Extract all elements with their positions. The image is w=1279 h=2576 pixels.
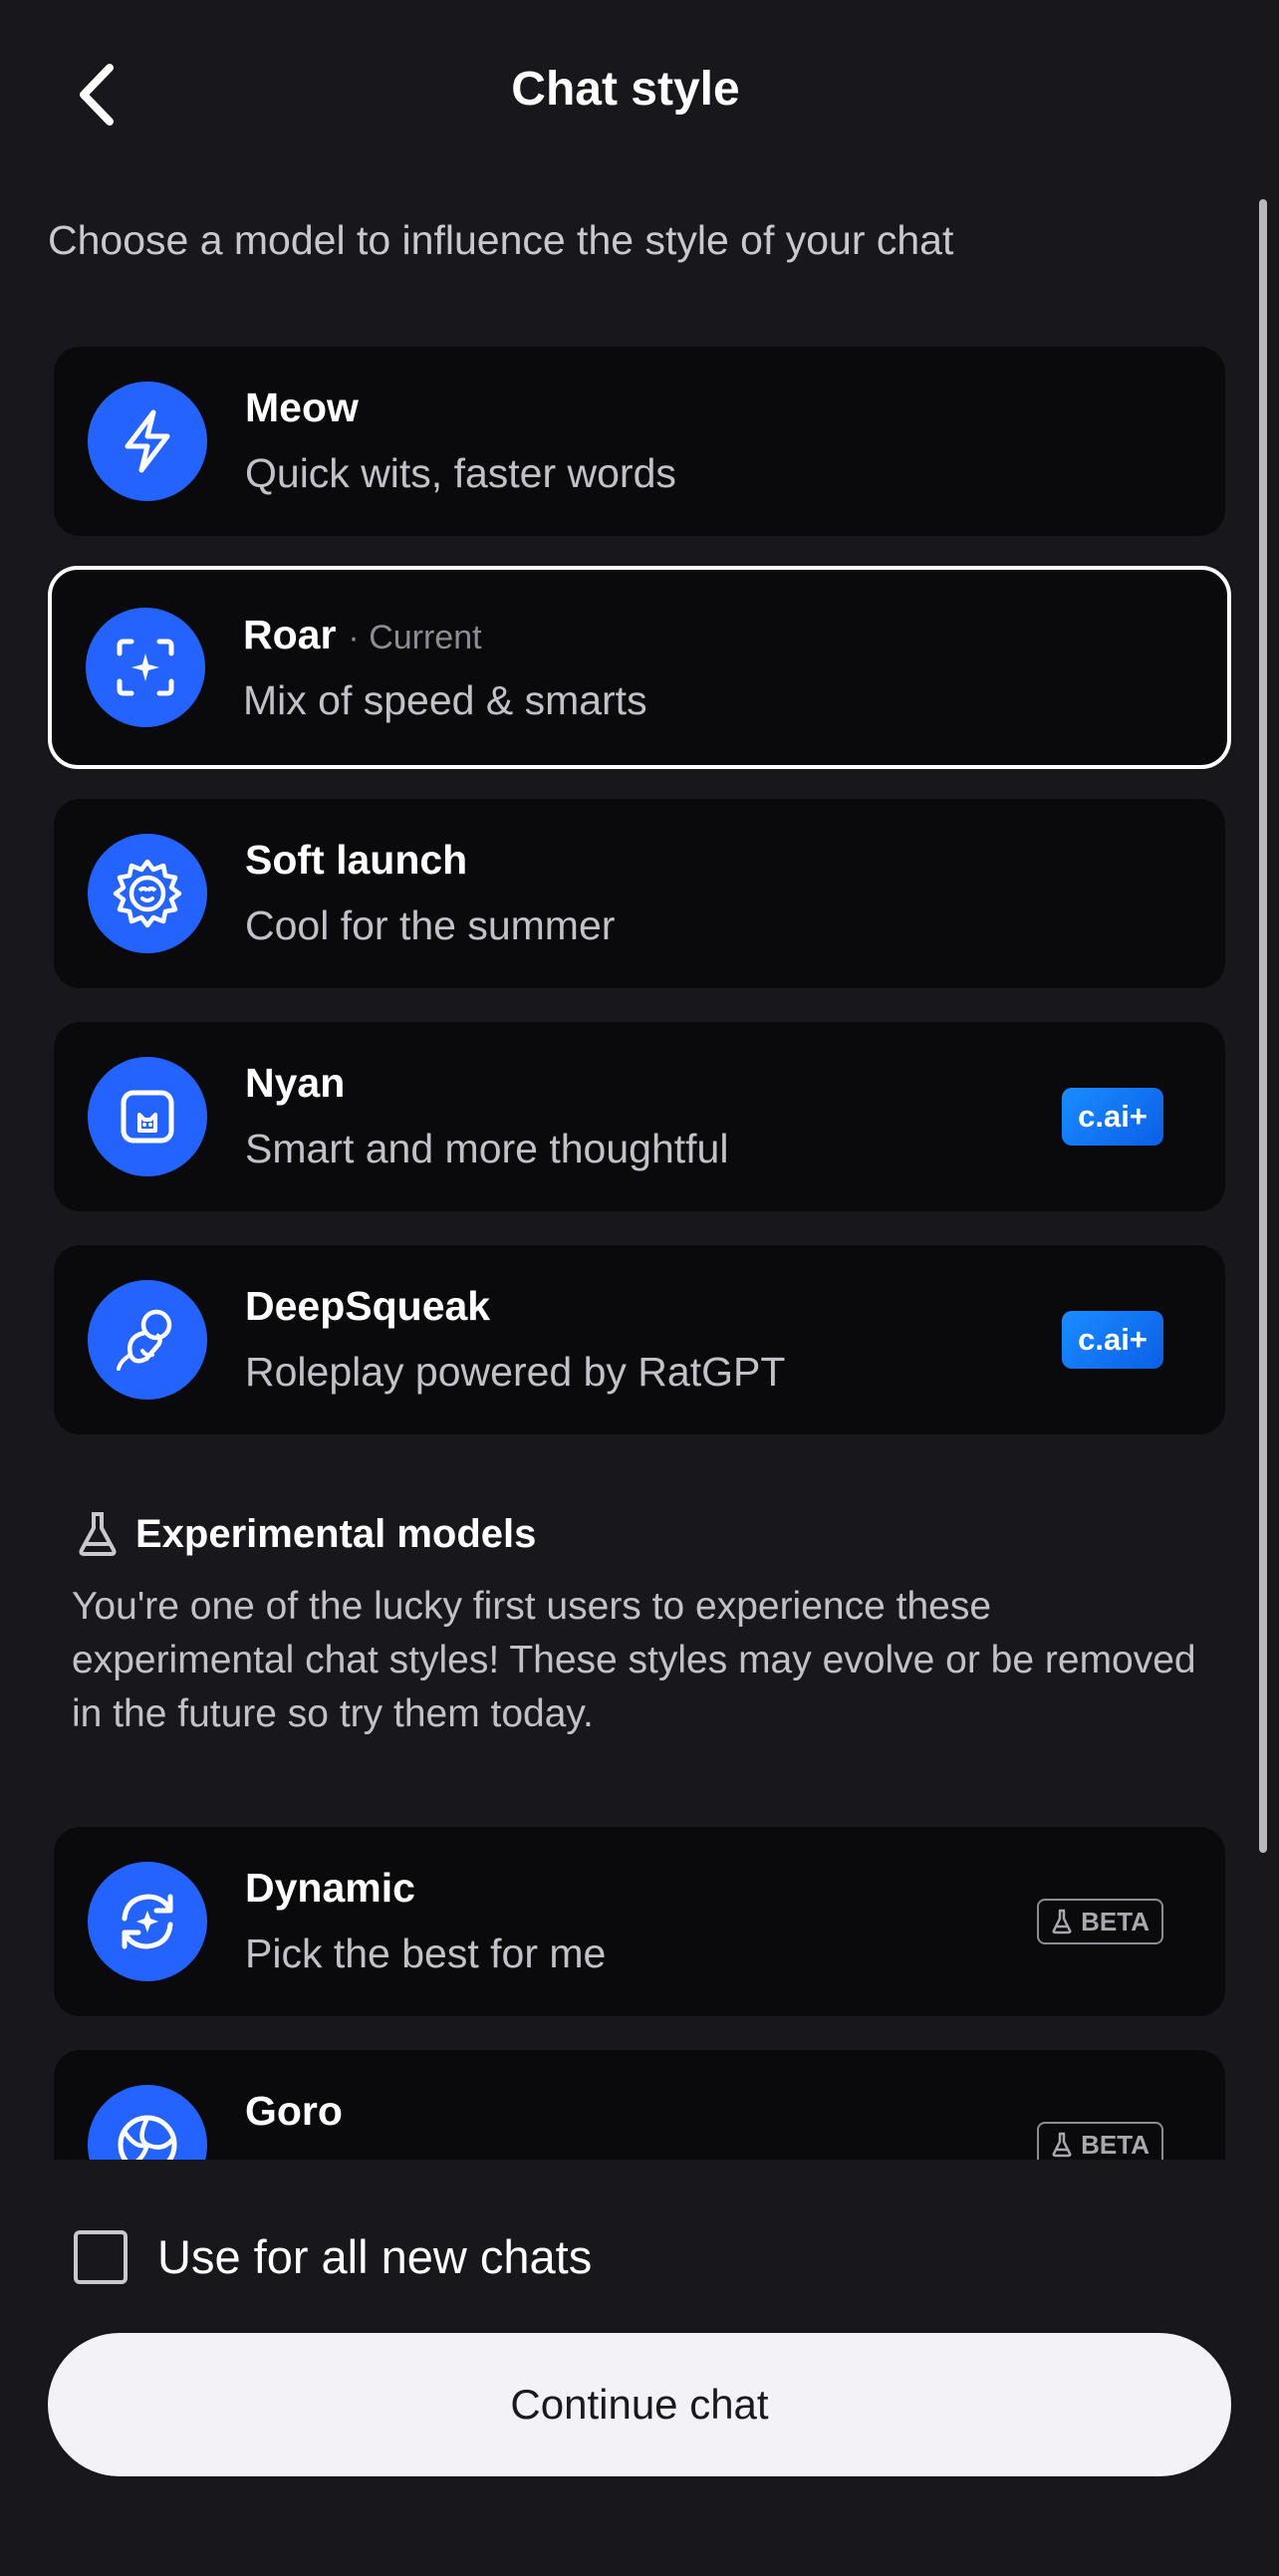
continue-chat-button[interactable]: Continue chat	[48, 2333, 1231, 2476]
experimental-heading: Experimental models	[76, 1510, 536, 1558]
volleyball-icon	[118, 2115, 177, 2160]
model-description: Quick wits, faster words	[245, 450, 676, 496]
model-avatar	[88, 1862, 207, 1981]
current-label: · Current	[348, 619, 482, 656]
model-card-goro[interactable]: Goro BETA	[54, 2050, 1225, 2160]
model-card-nyan[interactable]: Nyan Smart and more thoughtful c.ai+	[54, 1022, 1225, 1211]
model-name: Nyan	[245, 1060, 346, 1106]
model-name: Meow	[245, 385, 359, 430]
model-card-roar[interactable]: Roar · Current Mix of speed & smarts	[48, 566, 1231, 769]
model-card-deepsqueak[interactable]: DeepSqueak Roleplay powered by RatGPT c.…	[54, 1245, 1225, 1434]
experimental-description: You're one of the lucky first users to e…	[72, 1585, 1196, 1735]
footer: Use for all new chats Continue chat	[0, 2160, 1279, 2576]
model-description: Smart and more thoughtful	[245, 1126, 729, 1171]
model-description: Cool for the summer	[245, 902, 616, 948]
model-name: Roar · Current	[243, 612, 482, 658]
subtitle: Choose a model to influence the style of…	[48, 217, 954, 263]
model-description: Mix of speed & smarts	[243, 677, 647, 723]
model-avatar	[88, 1280, 207, 1400]
model-card-meow[interactable]: Meow Quick wits, faster words	[54, 347, 1225, 536]
model-list[interactable]: Meow Quick wits, faster words Roar · Curr…	[0, 319, 1279, 2160]
model-avatar	[88, 1057, 207, 1176]
use-for-all-chats-checkbox[interactable]	[74, 2229, 128, 2284]
cat-frame-icon	[121, 1090, 174, 1144]
model-name: Dynamic	[245, 1865, 415, 1911]
model-description: Pick the best for me	[245, 1931, 607, 1976]
refresh-sparkle-icon	[122, 1894, 173, 1949]
model-card-soft-launch[interactable]: Soft launch Cool for the summer	[54, 799, 1225, 988]
use-for-all-chats-row[interactable]: Use for all new chats	[74, 2229, 592, 2284]
model-name: Soft launch	[245, 837, 468, 883]
page-title: Chat style	[511, 63, 740, 116]
model-avatar	[88, 2085, 207, 2160]
model-avatar	[88, 382, 207, 501]
flask-icon	[1052, 2132, 1072, 2158]
cai-plus-badge: c.ai+	[1062, 1311, 1163, 1369]
experimental-heading-title: Experimental models	[135, 1511, 537, 1556]
beta-badge: BETA	[1037, 1899, 1163, 1944]
chat-style-screen: Chat style Choose a model to influence t…	[0, 0, 1279, 2576]
header: Chat style	[0, 0, 1279, 189]
beta-label: BETA	[1081, 2129, 1150, 2160]
flask-icon	[79, 1512, 117, 1556]
model-description: Roleplay powered by RatGPT	[245, 1349, 786, 1395]
sparkle-frame-icon	[117, 639, 174, 696]
cai-plus-badge: c.ai+	[1062, 1088, 1163, 1146]
beta-label: BETA	[1081, 1906, 1150, 1936]
model-avatar	[86, 608, 205, 727]
model-card-dynamic[interactable]: Dynamic Pick the best for me BETA	[54, 1827, 1225, 2016]
model-avatar	[88, 834, 207, 953]
sunburst-face-icon	[113, 859, 182, 928]
model-name-text: Roar	[243, 612, 337, 657]
mouse-icon	[117, 1309, 172, 1371]
flask-icon	[1052, 1909, 1072, 1934]
model-name: DeepSqueak	[245, 1283, 491, 1329]
lightning-icon	[125, 409, 170, 473]
model-name: Goro	[245, 2088, 343, 2134]
checkbox-label: Use for all new chats	[157, 2230, 593, 2283]
beta-badge: BETA	[1037, 2122, 1163, 2160]
